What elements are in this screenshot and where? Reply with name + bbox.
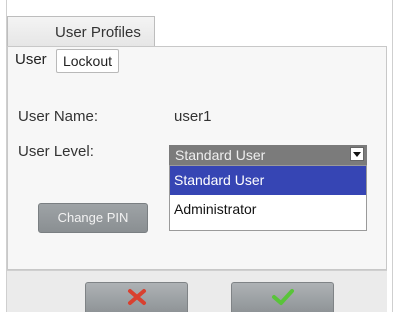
page-title: User Profiles [55, 24, 141, 41]
userlevel-select[interactable]: Standard User [169, 145, 367, 165]
change-pin-button[interactable]: Change PIN [38, 203, 148, 233]
lockout-button[interactable]: Lockout [56, 49, 119, 73]
x-icon [128, 289, 146, 305]
userlevel-label: User Level: [18, 143, 94, 160]
cancel-button[interactable] [85, 282, 188, 312]
option-standard-user[interactable]: Standard User [170, 166, 366, 195]
check-icon [272, 289, 294, 305]
confirm-button[interactable] [231, 282, 334, 312]
user-label: User [15, 51, 47, 68]
username-value: user1 [174, 108, 212, 125]
option-administrator[interactable]: Administrator [170, 196, 366, 225]
userlevel-dropdown: Standard User Administrator [169, 165, 367, 231]
chevron-down-icon[interactable] [350, 147, 364, 161]
userlevel-selected-value: Standard User [175, 147, 266, 163]
username-label: User Name: [18, 108, 99, 125]
